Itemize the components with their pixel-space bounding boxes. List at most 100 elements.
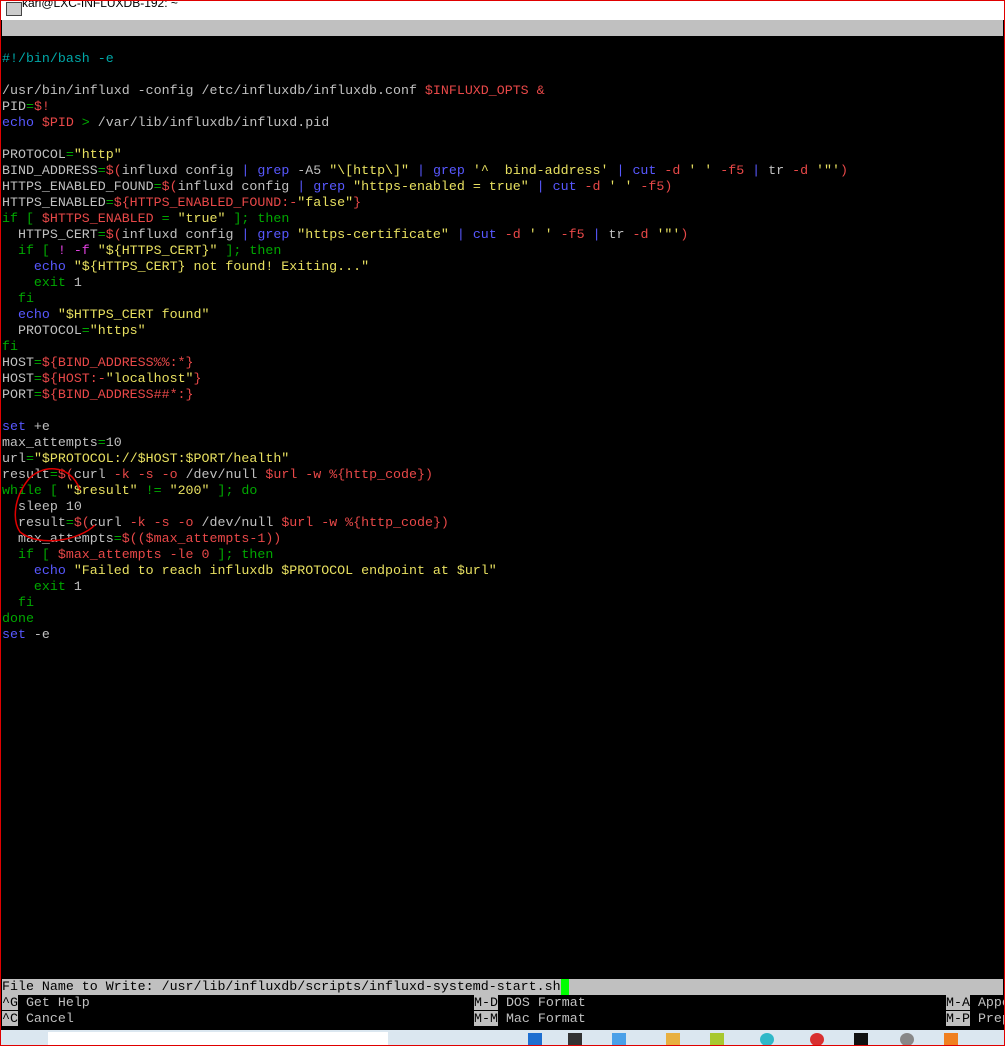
windows-taskbar bbox=[0, 1030, 1005, 1046]
editor-buffer[interactable]: #!/bin/bash -e/usr/bin/influxd -config /… bbox=[2, 51, 848, 643]
code-token: = bbox=[97, 163, 106, 178]
shortcut-key: M-M bbox=[474, 1011, 498, 1026]
code-token: HOST bbox=[2, 371, 34, 386]
window-titlebar[interactable]: karl@LXC-INFLUXDB-192: ~ bbox=[0, 0, 1005, 20]
code-token: = bbox=[33, 387, 42, 402]
code-token: ) bbox=[840, 163, 848, 178]
code-token: ]; then bbox=[217, 243, 282, 258]
code-token: $url bbox=[265, 467, 298, 482]
code-line: exit 1 bbox=[2, 579, 848, 595]
code-line: PROTOCOL="https" bbox=[2, 323, 848, 339]
code-token: url bbox=[2, 451, 26, 466]
code-line: fi bbox=[2, 291, 848, 307]
code-token: sleep 10 bbox=[2, 499, 82, 514]
nano-header: GNU nano 3.2 /usr/lib/influxdb/scripts/i… bbox=[2, 20, 1003, 67]
code-token: "$HTTPS_CERT found" bbox=[57, 307, 210, 322]
code-token: -f5 bbox=[552, 227, 593, 242]
code-token: influxd config bbox=[121, 227, 242, 242]
filename-input[interactable]: /usr/lib/influxdb/scripts/influxd-system… bbox=[162, 979, 561, 994]
shortcut-label: Mac Format bbox=[505, 1011, 586, 1026]
taskbar-app-icon[interactable] bbox=[612, 1033, 626, 1046]
code-token: ${BIND_ADDRESS##*:} bbox=[41, 387, 194, 402]
code-token: '^ bind-address' bbox=[472, 163, 609, 178]
code-token: & bbox=[536, 83, 545, 98]
code-token: 10 bbox=[105, 435, 122, 450]
taskbar-chrome-icon[interactable] bbox=[810, 1033, 824, 1046]
code-token: if [ bbox=[2, 243, 58, 258]
code-token: /usr/bin/influxd -config /etc/influxdb/i… bbox=[2, 83, 425, 98]
shortcut-append[interactable]: M-A Appe bbox=[946, 995, 1005, 1011]
code-token: -d bbox=[664, 163, 689, 178]
code-token: = bbox=[113, 531, 122, 546]
code-token: BIND_ADDRESS bbox=[2, 163, 98, 178]
taskbar-firefox-icon[interactable] bbox=[944, 1033, 958, 1046]
code-line: result=$(curl -k -s -o /dev/null $url -w… bbox=[2, 515, 848, 531]
code-token: = bbox=[33, 371, 42, 386]
shortcut-mac-format[interactable]: M-M Mac Format bbox=[474, 1011, 586, 1027]
taskbar-app-icon[interactable] bbox=[854, 1033, 868, 1046]
taskbar-terminal-icon[interactable] bbox=[568, 1033, 582, 1046]
shortcut-prepend[interactable]: M-P Prep bbox=[946, 1011, 1005, 1027]
code-line: if [ ! -f "${HTTPS_CERT}" ]; then bbox=[2, 243, 848, 259]
code-line: /usr/bin/influxd -config /etc/influxdb/i… bbox=[2, 83, 848, 99]
code-token: /dev/null bbox=[185, 467, 266, 482]
shortcut-cancel[interactable]: ^C Cancel bbox=[2, 1011, 74, 1027]
code-token: ${HTTPS_ENABLED_FOUND:- bbox=[113, 195, 298, 210]
code-line: PROTOCOL="http" bbox=[2, 147, 848, 163]
code-token: | grep bbox=[241, 227, 298, 242]
code-line: HTTPS_CERT=$(influxd config | grep "http… bbox=[2, 227, 848, 243]
code-token: $( bbox=[73, 515, 90, 530]
shortcut-dos-format[interactable]: M-D DOS Format bbox=[474, 995, 586, 1011]
code-line: set +e bbox=[2, 419, 848, 435]
shortcut-label: Appe bbox=[977, 995, 1005, 1010]
code-token: HTTPS_ENABLED_FOUND bbox=[2, 179, 154, 194]
code-token: } bbox=[193, 371, 202, 386]
code-token: "false" bbox=[297, 195, 354, 210]
code-token: $( bbox=[161, 179, 178, 194]
shortcut-get-help[interactable]: ^G Get Help bbox=[2, 995, 90, 1011]
code-token: ) bbox=[680, 227, 689, 242]
code-token: tr bbox=[608, 227, 633, 242]
shortcut-key: M-A bbox=[946, 995, 970, 1010]
code-token: -d bbox=[632, 227, 657, 242]
code-token: echo bbox=[2, 307, 58, 322]
taskbar-app-icon[interactable] bbox=[710, 1033, 724, 1046]
filename-prompt[interactable]: File Name to Write: /usr/lib/influxdb/sc… bbox=[2, 979, 1003, 995]
code-token: 1 bbox=[73, 579, 82, 594]
code-token: = bbox=[33, 355, 42, 370]
code-token: != bbox=[137, 483, 170, 498]
taskbar-edge-icon[interactable] bbox=[760, 1033, 774, 1046]
code-token: max_attempts bbox=[2, 531, 114, 546]
code-token: if [ bbox=[2, 547, 58, 562]
shortcut-key: ^C bbox=[2, 1011, 18, 1026]
code-line: echo $PID > /var/lib/influxdb/influxd.pi… bbox=[2, 115, 848, 131]
code-token: PROTOCOL bbox=[2, 147, 66, 162]
code-token: } bbox=[353, 195, 362, 210]
code-token: +e bbox=[33, 419, 50, 434]
taskbar-app-icon[interactable] bbox=[900, 1033, 914, 1046]
code-token: curl bbox=[89, 515, 130, 530]
code-token: %{http_code}) bbox=[329, 467, 433, 482]
code-token: "$result" bbox=[65, 483, 138, 498]
code-token: -d bbox=[792, 163, 817, 178]
code-token: | cut bbox=[448, 227, 505, 242]
code-token: $( bbox=[105, 227, 122, 242]
code-token: = bbox=[25, 451, 34, 466]
terminal[interactable]: GNU nano 3.2 /usr/lib/influxdb/scripts/i… bbox=[2, 20, 1005, 1028]
taskbar-folder-icon[interactable] bbox=[666, 1033, 680, 1046]
code-token: $! bbox=[33, 99, 50, 114]
code-line: BIND_ADDRESS=$(influxd config | grep -A5… bbox=[2, 163, 848, 179]
taskbar-app-icon[interactable] bbox=[528, 1033, 542, 1046]
code-line: PORT=${BIND_ADDRESS##*:} bbox=[2, 387, 848, 403]
code-token: -f5) bbox=[632, 179, 673, 194]
code-token: %{http_code}) bbox=[345, 515, 449, 530]
code-token: influxd config bbox=[177, 179, 298, 194]
code-line: PID=$! bbox=[2, 99, 848, 115]
code-token: if [ bbox=[2, 211, 42, 226]
code-token: "Failed to reach influxdb $PROTOCOL endp… bbox=[73, 563, 497, 578]
code-token: "https" bbox=[89, 323, 146, 338]
taskbar-search-box[interactable] bbox=[48, 1032, 388, 1046]
